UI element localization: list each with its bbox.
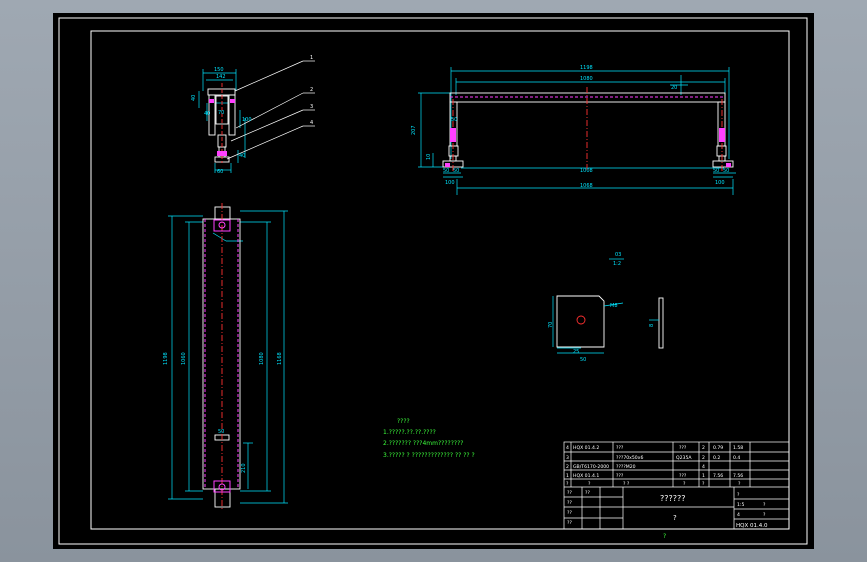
sign-label-2: ??: [567, 510, 572, 516]
title-block: 4 HQX 01.4.2 ??? ??? 2 0.79 1.58 3 ???70…: [563, 441, 790, 540]
balloon-2: 2: [310, 87, 313, 93]
detail-dim-width: 8: [649, 324, 655, 327]
bom-3-no: 3: [566, 455, 569, 461]
plan-dim-1168: 1168: [277, 352, 283, 365]
bom-3-name: ???70x50x6: [616, 455, 643, 461]
bom-1-w2: 7.56: [733, 473, 743, 479]
bom-2-code: GB/T6170-2000: [573, 464, 609, 470]
plan-dim-210: 210: [241, 463, 247, 473]
sign-label-0: ??: [567, 490, 572, 496]
front-dim-20: 20: [671, 85, 677, 91]
bom-1-qty: 1: [702, 473, 705, 479]
detail-dim-25: 25: [573, 349, 579, 355]
side-dim-40a: 40: [191, 95, 197, 101]
side-view: 1 2 3 4 150 142 40 40 70 100 40 60: [191, 55, 315, 175]
bom-1-no: 1: [566, 473, 569, 479]
front-dim-50e: 50: [723, 168, 729, 174]
detail-dim-50: 50: [580, 357, 586, 363]
plan-view: 1198 1060 1080 1168 50 210: [163, 203, 288, 511]
bom-3-mat: Q235A: [676, 455, 692, 461]
sheet-footer: ?: [663, 533, 666, 540]
bom-header-2: ? ?: [623, 481, 630, 487]
drawing-subtitle: ?: [673, 514, 677, 522]
balloon-3: 3: [310, 104, 313, 110]
technical-notes: ???? 1.?????.??.??.???? 2.??????? ???4mm…: [383, 418, 475, 459]
bom-header-5: ?: [738, 481, 741, 487]
bom-4-code: HQX 01.4.2: [573, 445, 599, 451]
front-dim-50c: 50: [453, 168, 459, 174]
notes-line-3: 3.????? ? ????????????? ?? ?? ?: [383, 452, 475, 459]
bom-3-w1: 0.2: [713, 455, 720, 461]
front-dim-50a: 50: [451, 117, 457, 123]
front-dim-1198: 1198: [580, 65, 593, 71]
bom-4-w2: 1.58: [733, 445, 743, 451]
side-dim-40b: 40: [204, 111, 210, 117]
side-dim-60: 60: [217, 169, 223, 175]
cad-drawing: 1 2 3 4 150 142 40 40 70 100 40 60 1198 …: [58, 17, 808, 545]
bom-1-code: HQX 01.4.1: [573, 473, 599, 479]
side-dim-40c: 40: [239, 153, 245, 159]
side-label-2: 4: [737, 512, 740, 518]
detail-view: 03 1:2 70 25 50 M8 8: [548, 252, 664, 363]
notes-line-1: 1.?????.??.??.????: [383, 429, 436, 436]
side-dim-width: 150: [214, 67, 224, 73]
notes-line-2: 2.??????? ???4mm????????: [383, 440, 463, 447]
detail-label-bottom: 1:2: [613, 261, 621, 267]
side-label-1: 1:5: [737, 502, 744, 508]
sign-label-1: ??: [567, 500, 572, 506]
drawing-sheet: 1 2 3 4 150 142 40 40 70 100 40 60 1198 …: [53, 13, 814, 549]
bom-1-name: ???: [616, 473, 624, 479]
bom-1-w1: 7.56: [713, 473, 723, 479]
front-dim-100b: 100: [715, 180, 725, 186]
outer-frame: [58, 17, 808, 545]
plan-dim-1080: 1080: [259, 352, 265, 365]
front-dim-10: 10: [426, 154, 432, 160]
side-label-0: ?: [737, 492, 740, 498]
balloon-4: 4: [310, 120, 313, 126]
side-label-3: ?: [763, 502, 766, 508]
plan-dim-1060: 1060: [181, 352, 187, 365]
side-dim-inner: 142: [216, 74, 226, 80]
plan-dim-50: 50: [218, 429, 224, 435]
front-view: 1198 1080 20 207 50 10 50 50 100 1008 10…: [411, 65, 736, 195]
bom-header-4: ?: [702, 481, 705, 487]
side-dim-100: 100: [242, 117, 252, 123]
front-dim-50d: 50: [713, 168, 719, 174]
front-dim-207: 207: [411, 125, 417, 135]
front-dim-50b: 50: [443, 168, 449, 174]
bom-header-3: ?: [683, 481, 686, 487]
bom-4-no: 4: [566, 445, 569, 451]
side-dim-70: 70: [218, 110, 224, 116]
bom-4-name: ???: [616, 445, 624, 451]
drawing-title: ??????: [660, 494, 685, 503]
notes-title: ????: [397, 418, 410, 425]
front-dim-1080: 1080: [580, 76, 593, 82]
bom-4-w1: 0.79: [713, 445, 723, 451]
front-dim-100a: 100: [445, 180, 455, 186]
bom-3-w2: 0.4: [733, 455, 740, 461]
bom-1-mat: ???: [679, 473, 687, 479]
balloon-1: 1: [310, 55, 313, 61]
sign-label-3: ??: [567, 520, 572, 526]
bom-2-no: 2: [566, 464, 569, 470]
front-dim-1068: 1068: [580, 183, 593, 189]
front-dim-1008: 1008: [580, 168, 593, 174]
bom-4-mat: ???: [679, 445, 687, 451]
bom-3-qty: 2: [702, 455, 705, 461]
side-label-4: ?: [763, 512, 766, 518]
bom-header-0: ?: [566, 481, 569, 487]
plan-dim-1198: 1198: [163, 352, 169, 365]
bom-2-qty: 4: [702, 464, 705, 470]
bom-4-qty: 2: [702, 445, 705, 451]
bom-2-name: ????M20: [616, 464, 636, 470]
bom-header-1: ?: [588, 481, 591, 487]
detail-label-top: 03: [615, 252, 621, 258]
sign-label-4: ??: [585, 490, 590, 496]
drawing-number: HQX 01.4.0: [736, 523, 768, 529]
